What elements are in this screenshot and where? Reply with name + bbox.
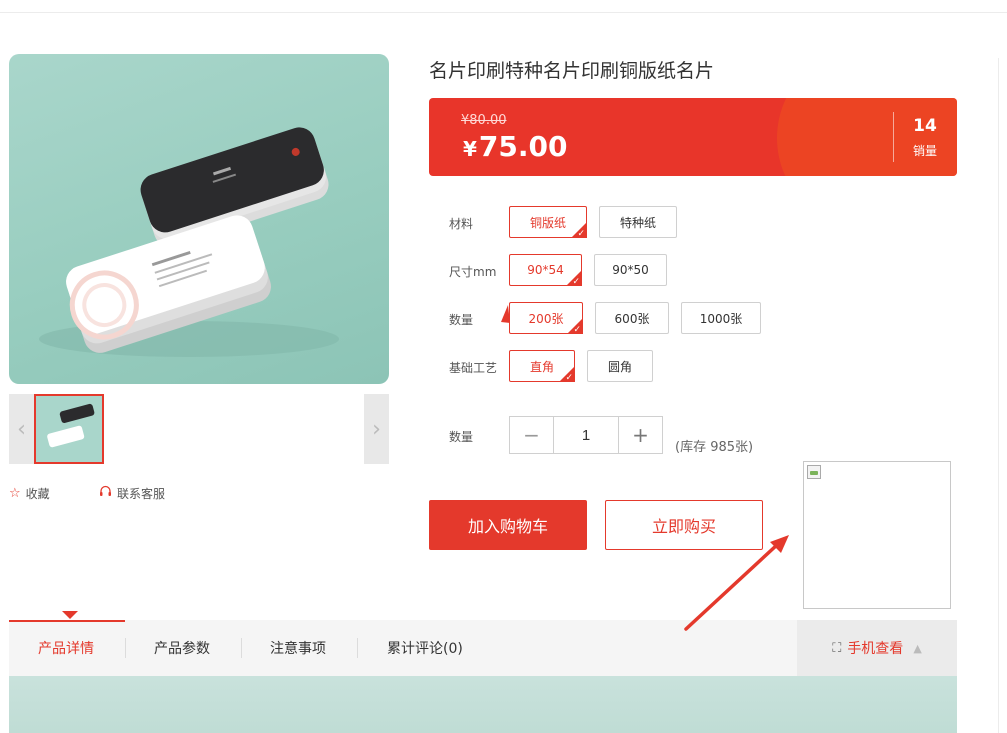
price-panel: ¥80.00 ¥ 75.00 14 销量 <box>429 98 957 176</box>
option-text: 90*54 <box>527 263 564 277</box>
tab-reviews[interactable]: 累计评论(0) <box>387 620 463 676</box>
quantity-decrease-button[interactable]: − <box>510 417 554 453</box>
stock-info: (库存 985张) <box>675 440 754 455</box>
sales-divider <box>893 112 894 162</box>
headset-icon <box>99 485 112 502</box>
option-text: 90*50 <box>612 263 649 277</box>
quantity-input[interactable] <box>554 417 618 453</box>
option-label-craft: 基础工艺 <box>449 361 498 375</box>
mobile-view-label: 手机查看 <box>847 641 904 657</box>
option-craft-square-corner[interactable]: 直角 ✓ <box>509 350 575 383</box>
thumbnail-prev-button[interactable]: ‹ <box>9 394 34 464</box>
price-panel-decoration <box>777 98 957 176</box>
caret-down-icon <box>62 611 78 619</box>
chevron-left-icon: ‹ <box>17 416 26 442</box>
detail-image-top <box>9 676 957 733</box>
option-text: 铜版纸 <box>529 215 566 230</box>
option-text: 圆角 <box>607 359 632 374</box>
option-text: 特种纸 <box>619 215 656 230</box>
header-divider <box>0 12 1007 13</box>
thumbnail-1[interactable] <box>34 394 104 464</box>
broken-image-icon <box>807 465 821 479</box>
quantity-increase-button[interactable]: + <box>618 417 662 453</box>
original-price: ¥80.00 <box>461 113 507 128</box>
triangle-up-icon: ▲ <box>913 641 922 655</box>
option-size-90x54[interactable]: 90*54 ✓ <box>509 254 582 287</box>
right-border <box>998 58 999 733</box>
qr-code-image <box>803 461 951 609</box>
option-text: 600张 <box>614 311 650 326</box>
tab-separator <box>241 638 242 658</box>
option-text: 200张 <box>528 311 564 326</box>
sales-label: 销量 <box>912 144 937 158</box>
contact-service-link[interactable]: 联系客服 <box>99 484 165 502</box>
thumbnail-image <box>47 403 95 448</box>
star-outline-icon: ☆ <box>9 485 21 501</box>
tab-notes[interactable]: 注意事项 <box>270 620 326 676</box>
favorite-label: 收藏 <box>25 486 50 501</box>
option-material-special-paper[interactable]: 特种纸 <box>599 206 677 238</box>
check-icon: ✓ <box>572 277 580 287</box>
quantity-stepper: − + <box>509 416 663 454</box>
tab-product-details[interactable]: 产品详情 <box>38 620 94 676</box>
tab-separator <box>357 638 358 658</box>
option-text: 直角 <box>529 359 554 374</box>
tab-separator <box>125 638 126 658</box>
option-material-coated-paper[interactable]: 铜版纸 ✓ <box>509 206 587 239</box>
option-label-size: 尺寸mm <box>449 265 497 279</box>
annotation-arrow-line <box>684 542 780 631</box>
scan-icon: ⛶ <box>832 640 842 656</box>
check-icon: ✓ <box>577 229 585 239</box>
option-count-1000[interactable]: 1000张 <box>681 302 761 334</box>
buy-now-button[interactable]: 立即购买 <box>605 500 763 550</box>
detail-tabs: 产品详情 产品参数 注意事项 累计评论(0) ⛶ 手机查看 ▲ <box>9 611 957 676</box>
option-count-200[interactable]: 200张 ✓ <box>509 302 583 335</box>
mobile-view-button[interactable]: ⛶ 手机查看 ▲ <box>797 620 957 676</box>
option-count-600[interactable]: 600张 <box>595 302 669 334</box>
option-label-count: 数量 <box>449 313 474 327</box>
option-label-material: 材料 <box>449 217 474 231</box>
current-price: ¥ 75.00 <box>463 130 568 163</box>
chevron-right-icon: › <box>372 416 381 442</box>
favorite-link[interactable]: ☆ 收藏 <box>9 484 50 502</box>
option-size-90x50[interactable]: 90*50 <box>594 254 667 286</box>
add-to-cart-button[interactable]: 加入购物车 <box>429 500 587 550</box>
option-text: 1000张 <box>699 311 743 326</box>
sales-count: 14 <box>913 116 937 136</box>
thumbnail-strip: ‹ › <box>9 394 389 464</box>
check-icon: ✓ <box>573 325 581 335</box>
quantity-label: 数量 <box>449 430 474 444</box>
contact-service-label: 联系客服 <box>117 486 166 501</box>
product-title: 名片印刷特种名片印刷铜版纸名片 <box>429 60 715 82</box>
option-craft-round-corner[interactable]: 圆角 <box>587 350 653 382</box>
currency-symbol: ¥ <box>463 137 477 161</box>
main-product-image <box>9 54 389 384</box>
annotation-arrowhead <box>770 535 789 553</box>
product-page: ‹ › ☆ 收藏 联系客服 名片印刷特种名片印刷铜版纸名片 ¥80.00 ¥ 7… <box>0 0 1007 733</box>
business-card-photo <box>39 127 339 357</box>
check-icon: ✓ <box>565 373 573 383</box>
tab-product-params[interactable]: 产品参数 <box>154 620 210 676</box>
thumbnail-next-button[interactable]: › <box>364 394 389 464</box>
current-price-value: 75.00 <box>478 130 568 163</box>
